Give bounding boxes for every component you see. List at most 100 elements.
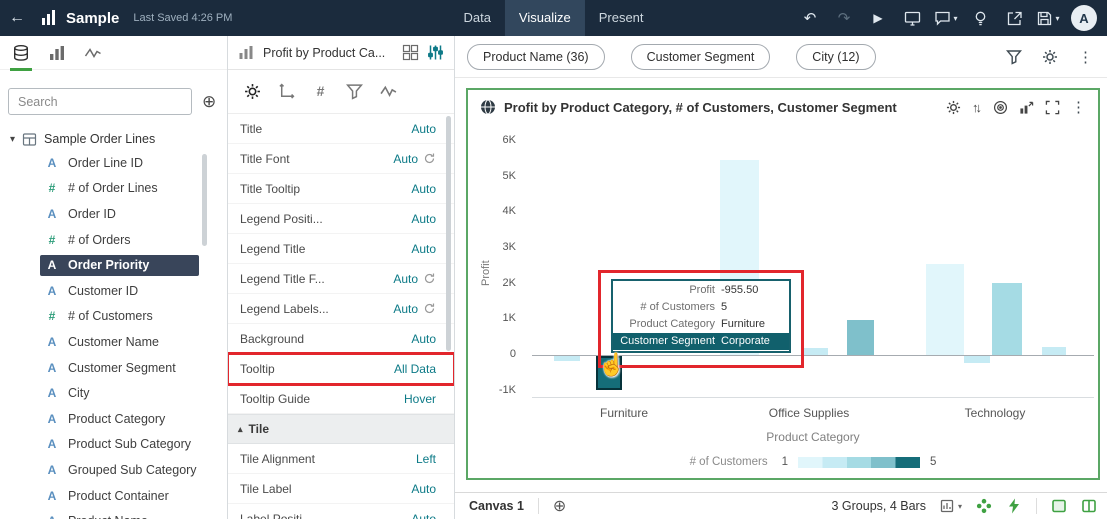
field-item[interactable]: AOrder ID bbox=[0, 201, 227, 227]
prop-row[interactable]: Title TooltipAuto bbox=[228, 174, 454, 204]
preview-play-icon[interactable]: ▶ bbox=[861, 11, 895, 25]
filter-pill[interactable]: City (12) bbox=[796, 44, 875, 70]
prop-value[interactable]: Auto bbox=[411, 242, 436, 256]
section-collapse-icon[interactable]: ▴ bbox=[238, 424, 243, 435]
field-item[interactable]: AProduct Name bbox=[0, 508, 227, 519]
prop-value[interactable]: Auto bbox=[393, 152, 418, 166]
prop-value[interactable]: Left bbox=[416, 452, 436, 466]
legend-gradient-bar[interactable] bbox=[798, 457, 920, 468]
prop-row[interactable]: Label Positi...Auto bbox=[228, 504, 454, 519]
sidebar-scrollbar[interactable] bbox=[202, 154, 207, 246]
field-item[interactable]: ACity bbox=[0, 380, 227, 406]
topbar-tab-data[interactable]: Data bbox=[449, 0, 504, 36]
fullscreen-icon[interactable] bbox=[1045, 100, 1060, 115]
field-item[interactable]: ## of Order Lines bbox=[0, 176, 227, 202]
field-item[interactable]: AOrder Line ID bbox=[0, 150, 227, 176]
tab-axis-icon[interactable] bbox=[278, 83, 295, 100]
add-data-icon[interactable]: ⊕ bbox=[202, 93, 216, 110]
prop-row[interactable]: Tile LabelAuto bbox=[228, 474, 454, 504]
bar-technology[interactable] bbox=[926, 264, 964, 355]
tab-values-hash-icon[interactable]: # bbox=[312, 83, 329, 100]
tab-filters-funnel-icon[interactable] bbox=[346, 83, 363, 100]
bar-office-supplies[interactable] bbox=[802, 348, 828, 355]
grammar-grid-icon[interactable] bbox=[402, 44, 419, 61]
prop-value[interactable]: Auto bbox=[393, 272, 418, 286]
properties-scrollbar[interactable] bbox=[446, 116, 451, 351]
prop-value[interactable]: Auto bbox=[411, 482, 436, 496]
prop-value[interactable]: Auto bbox=[393, 302, 418, 316]
tab-analytics-pulse-icon[interactable] bbox=[380, 83, 397, 100]
tab-analytics[interactable] bbox=[84, 44, 102, 62]
open-in-new-icon[interactable] bbox=[997, 10, 1031, 27]
topbar-tab-visualize[interactable]: Visualize bbox=[505, 0, 585, 36]
field-item[interactable]: AProduct Category bbox=[0, 406, 227, 432]
prop-value[interactable]: Auto bbox=[411, 182, 436, 196]
prop-row[interactable]: Legend Labels...Auto bbox=[228, 294, 454, 324]
prop-value[interactable]: Hover bbox=[404, 392, 436, 406]
field-item[interactable]: ## of Customers bbox=[0, 304, 227, 330]
prop-value[interactable]: Auto bbox=[411, 512, 436, 519]
insights-globe-icon[interactable] bbox=[480, 99, 496, 115]
prop-row[interactable]: Legend TitleAuto bbox=[228, 234, 454, 264]
reset-circle-icon[interactable] bbox=[423, 302, 436, 315]
field-item[interactable]: AOrder Priority bbox=[0, 252, 227, 278]
prop-row[interactable]: Tooltip GuideHover bbox=[228, 384, 454, 414]
tab-visualizations[interactable] bbox=[48, 44, 66, 62]
prop-row[interactable]: Tile AlignmentLeft bbox=[228, 444, 454, 474]
canvas-tab[interactable]: Canvas 1 bbox=[469, 499, 524, 513]
field-item[interactable]: AProduct Sub Category bbox=[0, 432, 227, 458]
topbar-tab-present[interactable]: Present bbox=[585, 0, 658, 36]
save-caret-icon[interactable]: ▾ bbox=[1055, 14, 1059, 23]
present-screen-icon[interactable] bbox=[895, 10, 929, 27]
filter-funnel-icon[interactable] bbox=[1006, 49, 1022, 65]
search-input[interactable] bbox=[8, 88, 192, 115]
filter-pill[interactable]: Customer Segment bbox=[631, 44, 771, 70]
prop-row[interactable]: TooltipAll Data bbox=[228, 354, 454, 384]
prop-value[interactable]: Auto bbox=[411, 212, 436, 226]
layout-single-icon[interactable] bbox=[1051, 498, 1067, 514]
filter-bar-kebab-icon[interactable]: ⋮ bbox=[1078, 48, 1093, 66]
save-icon[interactable]: ▾ bbox=[1031, 10, 1065, 27]
undo-icon[interactable]: ↶ bbox=[793, 9, 827, 27]
prop-row[interactable]: Legend Title F...Auto bbox=[228, 264, 454, 294]
filter-pill[interactable]: Product Name (36) bbox=[467, 44, 605, 70]
auto-insights-icon[interactable] bbox=[976, 498, 992, 514]
prop-section-tile[interactable]: ▴Tile bbox=[228, 414, 454, 444]
prop-row[interactable]: Legend Positi...Auto bbox=[228, 204, 454, 234]
visualization-panel[interactable]: Profit by Product Category, # of Custome… bbox=[466, 88, 1100, 480]
sort-icon[interactable]: ↑↓ bbox=[972, 100, 982, 115]
reset-circle-icon[interactable] bbox=[423, 152, 436, 165]
chart-zoom-icon[interactable] bbox=[1019, 100, 1034, 115]
dataset-root[interactable]: ▾ Sample Order Lines bbox=[0, 128, 227, 150]
viz-kebab-icon[interactable]: ⋮ bbox=[1071, 98, 1086, 116]
comments-caret-icon[interactable]: ▾ bbox=[953, 14, 957, 23]
prop-value[interactable]: All Data bbox=[394, 362, 436, 376]
prop-row[interactable]: Title FontAuto bbox=[228, 144, 454, 174]
properties-sliders-icon[interactable] bbox=[427, 44, 444, 61]
field-item[interactable]: ACustomer ID bbox=[0, 278, 227, 304]
quick-insights-bolt-icon[interactable] bbox=[1006, 498, 1022, 514]
bar-technology[interactable] bbox=[992, 283, 1022, 355]
insights-bulb-icon[interactable] bbox=[963, 10, 997, 27]
user-avatar[interactable]: A bbox=[1071, 5, 1097, 31]
field-item[interactable]: ACustomer Segment bbox=[0, 355, 227, 381]
add-canvas-icon[interactable]: ⊕ bbox=[553, 496, 566, 516]
layout-split-icon[interactable] bbox=[1081, 498, 1097, 514]
comments-icon[interactable]: ▾ bbox=[929, 10, 963, 27]
reset-circle-icon[interactable] bbox=[423, 272, 436, 285]
tree-collapse-icon[interactable]: ▾ bbox=[10, 134, 15, 145]
bar-technology[interactable] bbox=[1042, 347, 1066, 355]
tab-general-gear-icon[interactable] bbox=[244, 83, 261, 100]
tab-data-elements[interactable] bbox=[12, 44, 30, 62]
viz-color-gear-icon[interactable] bbox=[946, 100, 961, 115]
bar-furniture[interactable] bbox=[554, 356, 580, 361]
bar-office-supplies[interactable] bbox=[847, 320, 874, 355]
prop-value[interactable]: Auto bbox=[411, 122, 436, 136]
field-item[interactable]: ## of Orders bbox=[0, 227, 227, 253]
field-item[interactable]: AProduct Container bbox=[0, 483, 227, 509]
data-settings-gear-icon[interactable] bbox=[1042, 49, 1058, 65]
canvas-view-selector-icon[interactable]: ▾ bbox=[940, 498, 962, 514]
bar-technology[interactable] bbox=[964, 356, 990, 363]
prop-value[interactable]: Auto bbox=[411, 332, 436, 346]
field-item[interactable]: ACustomer Name bbox=[0, 329, 227, 355]
